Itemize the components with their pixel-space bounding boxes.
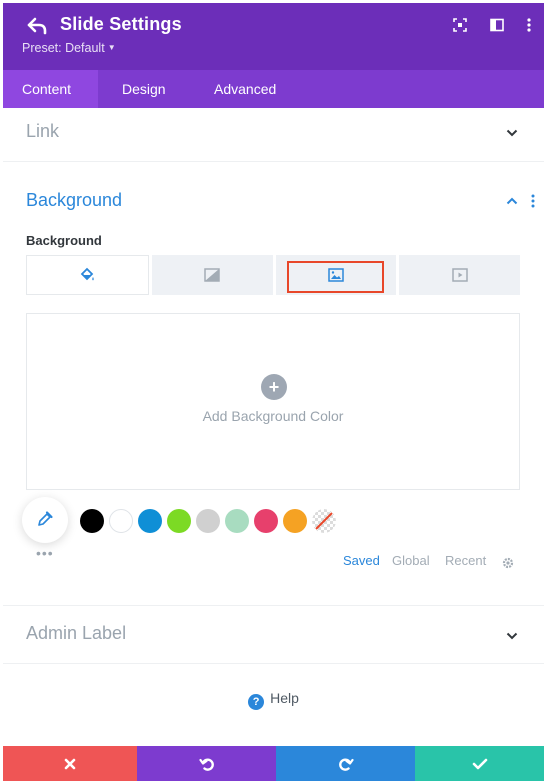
divider — [3, 663, 544, 664]
cancel-button[interactable] — [3, 746, 137, 781]
chevron-down-icon — [506, 632, 518, 640]
swatch-mint[interactable] — [225, 509, 249, 533]
modal-title: Slide Settings — [60, 14, 182, 34]
undo-icon — [198, 758, 214, 771]
section-more-icon[interactable] — [531, 194, 535, 208]
background-field-label: Background — [26, 233, 102, 248]
eyedropper-icon — [38, 511, 53, 526]
more-colors-icon[interactable]: ••• — [36, 546, 54, 560]
palette-tab-global[interactable]: Global — [392, 553, 430, 568]
redo-button[interactable] — [276, 746, 415, 781]
settings-tabs: Content Design Advanced — [3, 70, 544, 108]
swatch-green[interactable] — [167, 509, 191, 533]
more-vertical-icon[interactable] — [521, 17, 537, 33]
bg-tab-gradient[interactable] — [151, 255, 273, 295]
add-icon[interactable]: + — [261, 374, 287, 400]
redo-icon — [338, 758, 354, 771]
paint-bucket-icon — [81, 267, 95, 281]
palette-tab-saved[interactable]: Saved — [343, 553, 380, 568]
color-picker-button[interactable] — [22, 497, 68, 543]
chevron-up-icon[interactable] — [506, 197, 518, 205]
sidebar-icon[interactable] — [489, 17, 505, 33]
swatch-transparent[interactable] — [312, 509, 336, 533]
swatch-gray[interactable] — [196, 509, 220, 533]
chevron-down-icon — [506, 129, 518, 137]
bottom-action-bar — [3, 746, 544, 781]
tab-advanced[interactable]: Advanced — [190, 70, 320, 108]
background-color-preview[interactable]: + Add Background Color — [26, 313, 520, 490]
add-background-color-label: Add Background Color — [202, 408, 344, 424]
swatch-blue[interactable] — [138, 509, 162, 533]
swatch-orange[interactable] — [283, 509, 307, 533]
section-admin-label-toggle[interactable]: Admin Label — [3, 606, 544, 662]
section-link-toggle[interactable]: Link — [3, 108, 544, 160]
caret-down-icon: ▼ — [107, 43, 116, 52]
section-admin-label-title: Admin Label — [26, 623, 127, 643]
swatch-black[interactable] — [80, 509, 104, 533]
checkmark-icon — [472, 758, 487, 769]
bg-tab-video[interactable] — [399, 255, 520, 295]
preset-label: Preset: Default — [22, 41, 105, 55]
video-icon — [451, 268, 468, 282]
expand-icon[interactable] — [452, 17, 468, 33]
settings-content: Link Background Background + Add Backgro… — [3, 108, 544, 746]
settings-modal: Slide Settings Preset: Default ▼ Content … — [3, 3, 544, 781]
divider — [3, 161, 544, 162]
modal-header: Slide Settings Preset: Default ▼ — [3, 3, 544, 70]
undo-button[interactable] — [137, 746, 276, 781]
tab-content[interactable]: Content — [3, 70, 98, 108]
help-label: Help — [270, 690, 299, 706]
section-link-title: Link — [26, 121, 60, 141]
background-type-tabs — [26, 255, 520, 295]
image-icon — [328, 268, 344, 282]
close-icon — [64, 758, 76, 769]
gear-icon[interactable] — [501, 556, 515, 570]
swatch-pink[interactable] — [254, 509, 278, 533]
gradient-icon — [204, 268, 220, 282]
swatch-white[interactable] — [109, 509, 133, 533]
palette-tab-recent[interactable]: Recent — [445, 553, 486, 568]
bg-tab-color[interactable] — [26, 255, 149, 295]
tab-design[interactable]: Design — [98, 70, 190, 108]
section-background-title[interactable]: Background — [26, 190, 122, 211]
preset-dropdown[interactable]: Preset: Default ▼ — [22, 41, 116, 55]
help-icon: ? — [248, 694, 265, 710]
back-arrow-icon[interactable] — [26, 15, 48, 37]
help-link[interactable]: ? Help — [3, 690, 544, 710]
save-button[interactable] — [415, 746, 544, 781]
bg-tab-image[interactable] — [275, 255, 397, 295]
